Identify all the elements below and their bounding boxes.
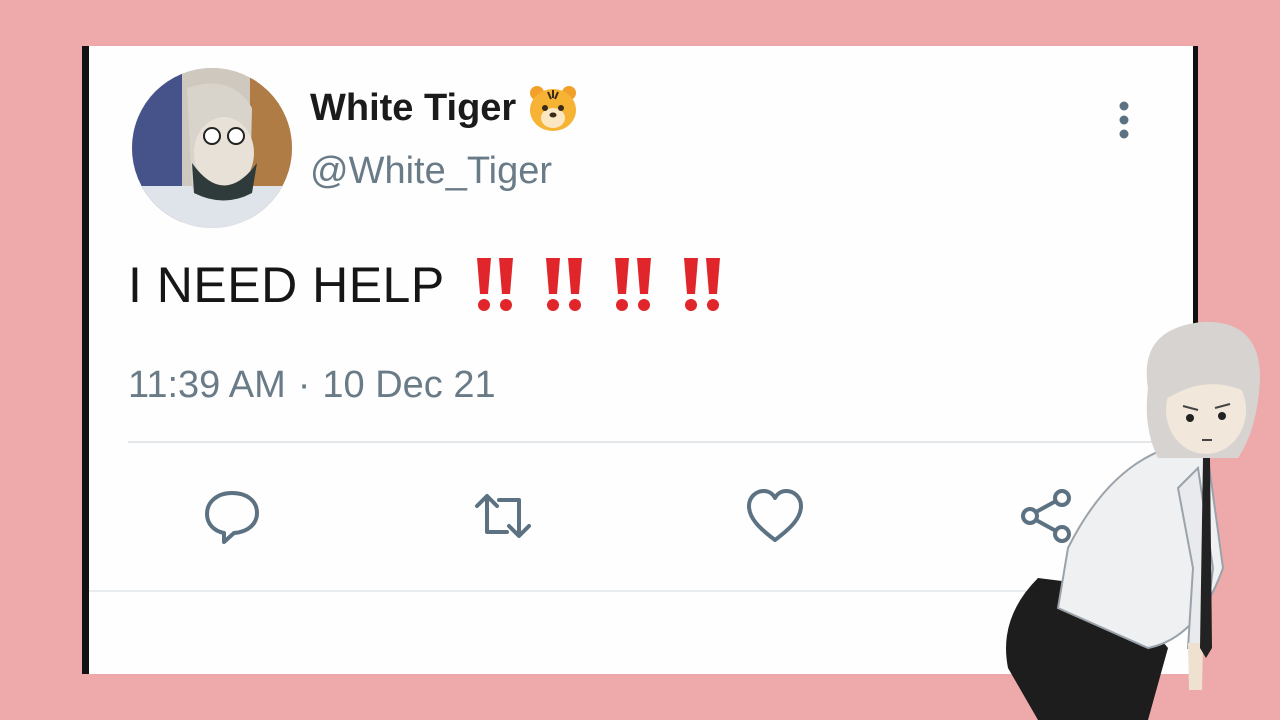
author-row: White Tiger xyxy=(310,84,578,132)
reply-icon[interactable] xyxy=(202,486,262,546)
anime-character-sticker xyxy=(1006,321,1260,720)
tiger-face-icon xyxy=(530,86,577,131)
display-name[interactable]: White Tiger xyxy=(310,87,516,130)
retweet-icon[interactable] xyxy=(473,486,533,546)
tweet-timestamp: 11:39 AM · 10 Dec 21 xyxy=(128,364,496,407)
double-exclamation-icon xyxy=(614,258,651,311)
author-handle[interactable]: @White_Tiger xyxy=(310,150,552,193)
tweet-text: I NEED HELP xyxy=(128,257,445,313)
like-icon[interactable] xyxy=(745,486,805,546)
more-options-icon[interactable] xyxy=(1117,100,1131,140)
double-exclamation-icon xyxy=(545,258,582,311)
tweet-time: 11:39 AM xyxy=(128,364,286,406)
tweet-date: 10 Dec 21 xyxy=(322,364,496,406)
avatar-image xyxy=(132,68,292,228)
avatar[interactable] xyxy=(132,68,292,228)
exclamation-emojis xyxy=(473,258,749,312)
double-exclamation-icon xyxy=(476,258,513,311)
timestamp-separator: · xyxy=(297,364,311,406)
double-exclamation-icon xyxy=(683,258,720,311)
tweet-body: I NEED HELP xyxy=(128,256,749,314)
